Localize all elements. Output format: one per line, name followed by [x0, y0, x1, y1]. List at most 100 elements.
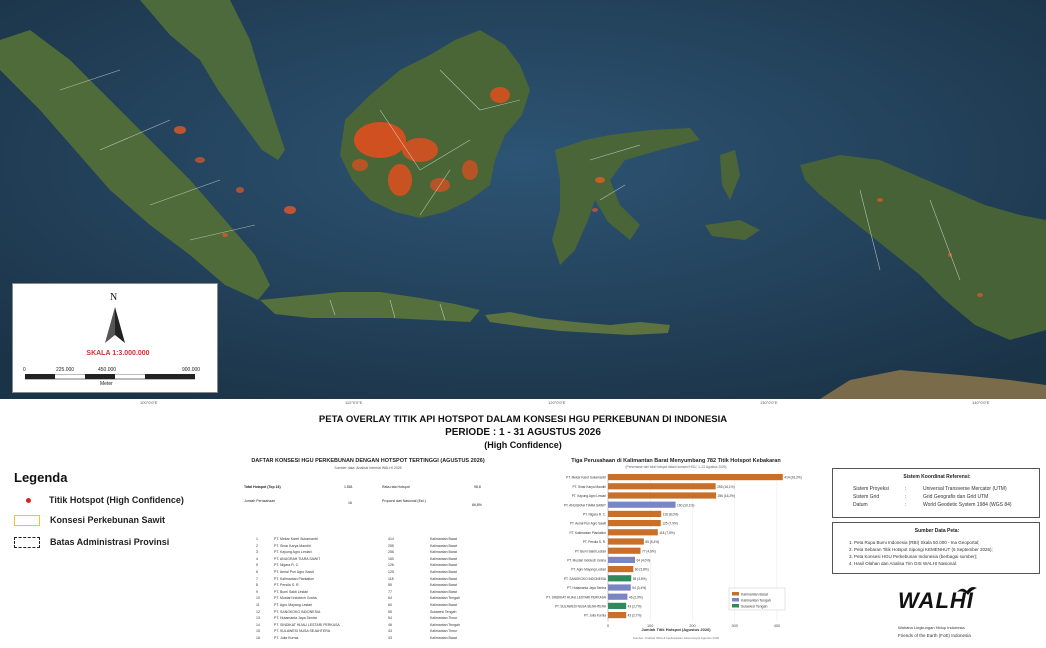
bird-icon [957, 587, 977, 595]
cell-province: Kalimantan Barat [430, 563, 457, 568]
cell-province: Kalimantan Timur [430, 616, 458, 621]
logo-tagline-1: Wahana Lingkungan Hidup Indonesia [898, 625, 965, 630]
category-label: PT. Agro Mayang Lestari [571, 568, 606, 572]
table-title: DAFTAR KONSESI HGU PERKEBUNAN DENGAN HOT… [251, 458, 485, 464]
cell-hotspot: 125 [388, 570, 394, 574]
scale-tick-3: 900.000 [182, 367, 201, 373]
bar [608, 556, 636, 563]
north-label: N [110, 292, 118, 303]
map-title: PETA OVERLAY TITIK API HOTSPOT DALAM KON… [250, 414, 796, 450]
cell-province: Kalimantan Tengah [430, 596, 460, 601]
scale-unit: Meter [100, 381, 113, 387]
cell-hotspot: 64 [388, 596, 392, 601]
legend-item-boundary: Batas Administrasi Provinsi [14, 537, 169, 549]
table-row: 11 PT. Agro Mayang Lestari 60 Kalimantan Ba… [254, 603, 484, 609]
cell-name: PT. Nigara R. C. [274, 563, 300, 568]
data-label: 126 (8,0%) [663, 513, 679, 517]
chart-x-axis-label: Jumlah Titik Hotspot (Agustus 2026) [641, 627, 711, 632]
cell-no: 1 [256, 537, 258, 541]
table-row: 3 PT. Kayung Agro Lestari 256 Kalimantan Ba… [254, 550, 484, 556]
dashed-box-icon [14, 537, 40, 549]
summary-label-count: Jumlah Perusahaan [244, 499, 276, 503]
cell-province: Sulawesi Tengah [430, 609, 457, 614]
cell-no: 10 [256, 596, 260, 601]
table-row: 1 PT. Mekar Karet Sukamantri 414 Kalimantan… [254, 537, 484, 543]
cell-hotspot: 46 [388, 622, 392, 627]
category-label: PT. Hutamanta Jaya Sentra [567, 586, 606, 590]
data-label: 54 (3,4%) [632, 586, 646, 590]
table-row: 5 PT. Nigara R. C. 126 Kalimantan Barat [254, 563, 484, 569]
coord-label-5: 140°0'0"E [972, 400, 990, 405]
cell-name: PT. Bumi Sakti Lestari [274, 589, 309, 594]
cell-hotspot: 54 [388, 616, 392, 621]
cell-name: PT. Aerial Puri Agro Sawit [274, 570, 314, 574]
bar [608, 547, 641, 554]
category-label: PT. SANGKOKO INDONESIA [564, 577, 607, 581]
data-label: 160 (10,1%) [677, 503, 694, 507]
legend-entry: Kalimantan Tengah [741, 598, 771, 602]
reference-title: Sistem Koordinat Referensi: [903, 474, 971, 480]
summary-label-total: Total Hotspot (Top 16) [244, 485, 281, 489]
legend-label-concession: Konsesi Perkebunan Sawit [50, 515, 166, 525]
data-label: 414 (26,2%) [784, 476, 801, 480]
scale-tick-2: 450.000 [98, 367, 117, 373]
cell-name: PT. Mustari Indotech Graha [274, 596, 317, 601]
legend-item-concession: Konsesi Perkebunan Sawit [14, 515, 166, 527]
cell-no: 9 [256, 589, 258, 594]
category-label: PT. Mustari Indotech Graha [567, 559, 606, 563]
table-row: 13 PT. Hutamanta Jaya Sentra 54 Kalimantan … [254, 616, 484, 622]
company-table-panel: DAFTAR KONSESI HGU PERKEBUNAN DENGAN HOT… [238, 455, 500, 645]
category-label: PT. Persila S. R. [583, 540, 606, 544]
red-dot-icon [26, 498, 31, 504]
cell-name: PT. Agro Mayang Lestari [274, 603, 313, 607]
data-label: 255 (16,1%) [717, 485, 734, 489]
cell-hotspot: 126 [388, 563, 394, 568]
coordinate-reference-box: Sistem Koordinat Referensi: Sistem Proye… [832, 468, 1040, 518]
cell-province: Kalimantan Barat [430, 570, 457, 574]
cell-hotspot: 255 [388, 543, 394, 548]
summary-value-avg: 98,8 [474, 485, 481, 489]
legend-entry: Sulawesi Tengah [741, 604, 767, 608]
data-label: 55 (3,5%) [633, 577, 647, 581]
data-label: 64 (4,0%) [637, 559, 651, 563]
data-label: 60 (3,8%) [635, 568, 649, 572]
cell-no: 11 [256, 603, 260, 607]
title-line-3: (High Confidence) [484, 440, 562, 450]
chart-source-note: Sumber: Analisis WALHI berdasarkan data … [632, 636, 720, 640]
walhi-logo: WALHI Wahana Lingkungan Hidup Indonesia … [898, 587, 1008, 644]
cell-province: Kalimantan Barat [430, 537, 457, 541]
table-row: 7 PT. Kalimantan Plantation 118 Kalimantan … [254, 577, 484, 583]
cell-no: 8 [256, 583, 258, 588]
bar [608, 612, 627, 619]
cell-hotspot: 55 [388, 609, 392, 614]
cell-no: 13 [256, 616, 260, 621]
cell-name: PT. ANUGRAH TIARA SAWIT [274, 556, 321, 561]
category-label: PT. Kalimantan Plantation [570, 531, 607, 535]
cell-province: Kalimantan Barat [430, 556, 457, 561]
cell-name: PT. SINDIKAT HIJAU LESTARI PERKASA [274, 622, 340, 627]
cell-no: 6 [256, 570, 258, 574]
cell-province: Kalimantan Barat [430, 589, 457, 594]
legend: Legenda Titik Hotspot (High Confidence) … [14, 470, 244, 549]
summary-label-avg: Rata-rata Hotspot [382, 485, 410, 489]
cell-no: 16 [256, 636, 260, 640]
category-label: PT. Nigara R. C. [583, 513, 606, 517]
cell-name: PT. Kalimantan Plantation [274, 576, 315, 581]
bar-chart-panel: Tiga Perusahaan di Kalimantan Barat Meny… [540, 456, 812, 646]
legend-item-hotspot: Titik Hotspot (High Confidence) [14, 495, 184, 505]
cell-hotspot: 85 [388, 583, 392, 588]
table-row: 15 PT. SULAWESI NUSA SEJAHTERA 43 Kalimanta… [254, 629, 484, 635]
cell-no: 15 [256, 629, 260, 634]
cell-name: PT. Julia Kurnia [274, 636, 299, 640]
cell-name: PT. Hutamanta Jaya Sentra [274, 616, 317, 621]
coord-label-1: 100°0'0"E [140, 400, 158, 405]
bar [608, 538, 644, 545]
bar [608, 483, 716, 490]
cell-hotspot: 256 [388, 550, 394, 555]
category-label: PT. Sinar Karya Mandiri [573, 485, 607, 489]
data-sources-box: Sumber Data Peta: 1. Peta Rupa Bumi Indo… [832, 522, 1040, 574]
data-label: 77 (4,9%) [642, 549, 656, 553]
title-line-2: PERIODE : 1 - 31 AGUSTUS 2026 [445, 427, 601, 438]
data-label: 43 (2,7%) [628, 605, 642, 609]
bar-chart: 0 100 200 300 400PT. Mekar Karet Sukamantri 4… [546, 474, 802, 628]
